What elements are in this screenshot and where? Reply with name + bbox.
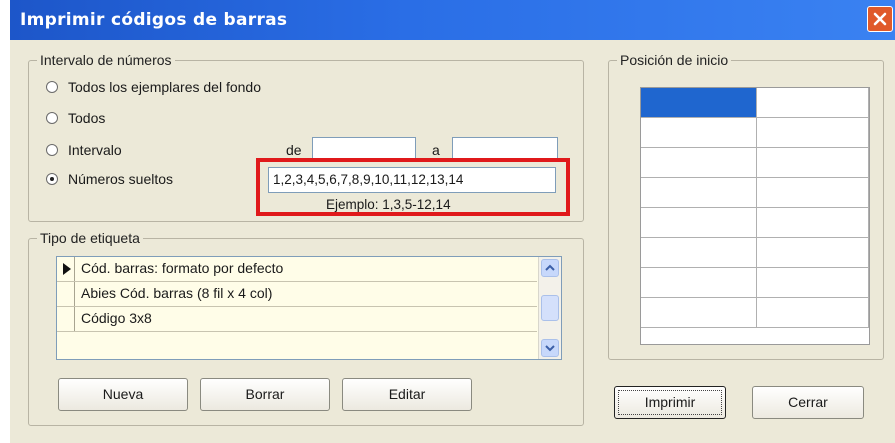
position-cell[interactable] xyxy=(757,268,869,298)
radio-all[interactable]: Todos xyxy=(46,108,105,128)
position-cell[interactable] xyxy=(757,298,869,328)
scroll-thumb[interactable] xyxy=(541,295,559,321)
list-item-label: Abies Cód. barras (8 fil x 4 col) xyxy=(81,285,273,301)
print-barcodes-dialog: Imprimir códigos de barras Intervalo de … xyxy=(10,0,895,443)
highlight-annotation xyxy=(256,158,570,216)
list-item-label: Cód. barras: formato por defecto xyxy=(81,260,284,276)
radio-button[interactable] xyxy=(46,173,58,185)
from-label: de xyxy=(286,142,302,158)
position-cell[interactable] xyxy=(757,88,869,118)
row-indicator xyxy=(57,257,75,281)
start-position-grid[interactable] xyxy=(640,87,870,345)
list-item-label: Código 3x8 xyxy=(81,310,152,326)
radio-loose-numbers[interactable]: Números sueltos xyxy=(46,169,173,189)
close-button[interactable] xyxy=(867,6,893,32)
position-cell[interactable] xyxy=(641,178,757,208)
position-cell[interactable] xyxy=(757,238,869,268)
radio-label: Todos xyxy=(68,110,106,126)
position-cell[interactable] xyxy=(757,178,869,208)
title-bar: Imprimir códigos de barras xyxy=(10,0,895,40)
radio-button[interactable] xyxy=(46,81,58,93)
position-cell[interactable] xyxy=(641,118,757,148)
interval-legend: Intervalo de números xyxy=(37,52,175,68)
list-item[interactable]: Cód. barras: formato por defecto xyxy=(57,257,537,282)
print-button[interactable]: Imprimir xyxy=(614,386,726,419)
start-position-legend: Posición de inicio xyxy=(617,52,732,68)
to-label: a xyxy=(432,142,440,158)
position-cell[interactable] xyxy=(641,238,757,268)
position-cell[interactable] xyxy=(641,268,757,298)
position-cell[interactable] xyxy=(641,148,757,178)
scroll-down-button[interactable] xyxy=(541,339,559,357)
label-type-legend: Tipo de etiqueta xyxy=(37,230,143,246)
row-indicator xyxy=(57,282,75,306)
current-row-arrow-icon xyxy=(63,263,71,275)
list-item[interactable]: Código 3x8 xyxy=(57,307,537,332)
position-cell[interactable] xyxy=(641,208,757,238)
position-cell[interactable] xyxy=(757,208,869,238)
radio-label: Todos los ejemplares del fondo xyxy=(68,79,262,95)
position-cell[interactable] xyxy=(641,88,757,118)
position-cell[interactable] xyxy=(641,298,757,328)
close-icon xyxy=(873,12,887,26)
radio-all-copies[interactable]: Todos los ejemplares del fondo xyxy=(46,77,261,97)
chevron-up-icon xyxy=(545,264,555,271)
row-indicator xyxy=(57,307,75,331)
radio-button[interactable] xyxy=(46,144,58,156)
radio-button[interactable] xyxy=(46,112,58,124)
label-type-list[interactable]: Cód. barras: formato por defecto Abies C… xyxy=(56,256,562,360)
position-cell[interactable] xyxy=(757,148,869,178)
radio-label: Intervalo xyxy=(68,142,122,158)
delete-button[interactable]: Borrar xyxy=(200,378,330,411)
close-dialog-button[interactable]: Cerrar xyxy=(752,386,864,419)
chevron-down-icon xyxy=(545,345,555,352)
radio-label: Números sueltos xyxy=(68,171,174,187)
list-item[interactable]: Abies Cód. barras (8 fil x 4 col) xyxy=(57,282,537,307)
focus-ring xyxy=(618,390,722,415)
new-button[interactable]: Nueva xyxy=(58,378,188,411)
radio-interval[interactable]: Intervalo xyxy=(46,140,122,160)
window-title: Imprimir códigos de barras xyxy=(20,10,288,30)
edit-button[interactable]: Editar xyxy=(342,378,472,411)
vertical-scrollbar[interactable] xyxy=(538,257,561,359)
scroll-up-button[interactable] xyxy=(541,259,559,277)
position-cell[interactable] xyxy=(757,118,869,148)
